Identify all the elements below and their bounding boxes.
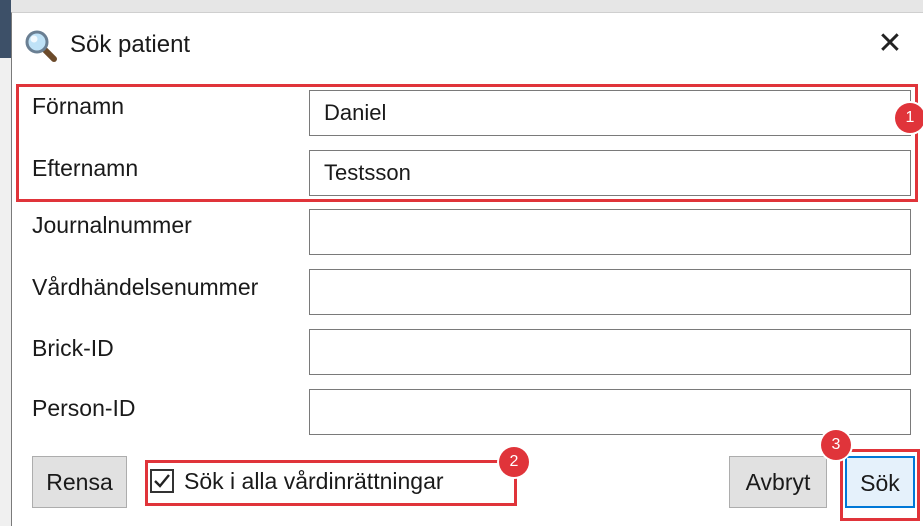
brick-id-label: Brick-ID [32, 335, 114, 361]
dialog-titlebar: Sök patient ✕ [12, 13, 923, 77]
brick-id-field[interactable] [309, 329, 911, 375]
person-id-label: Person-ID [32, 395, 136, 421]
dialog-title: Sök patient [70, 31, 191, 58]
backdrop-left [0, 0, 11, 526]
care-event-number-label: Vårdhändelsenummer [32, 274, 259, 300]
magnifier-icon [24, 29, 58, 63]
marker-2: 2 [499, 447, 529, 477]
backdrop-top [0, 0, 923, 12]
highlight-search-button [840, 449, 920, 521]
close-icon: ✕ [877, 27, 903, 60]
marker-1: 1 [895, 103, 923, 133]
marker-3: 3 [821, 430, 851, 460]
care-event-number-field[interactable] [309, 269, 911, 315]
journal-number-field[interactable] [309, 209, 911, 255]
close-button[interactable]: ✕ [873, 25, 907, 63]
journal-number-label: Journalnummer [32, 212, 192, 238]
clear-button[interactable]: Rensa [32, 456, 127, 508]
person-id-field[interactable] [309, 389, 911, 435]
highlight-name-fields [16, 84, 918, 202]
cancel-button[interactable]: Avbryt [729, 456, 827, 508]
highlight-search-all [145, 460, 517, 506]
